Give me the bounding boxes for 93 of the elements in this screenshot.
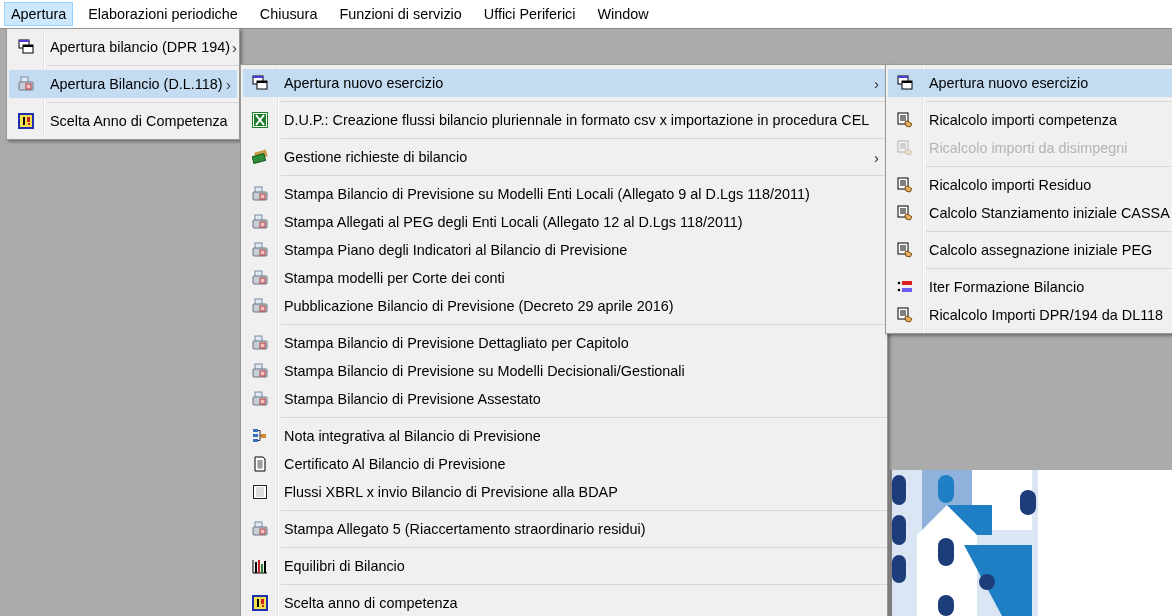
calendar-icon [252,595,268,611]
menu-item-label: Scelta Anno di Competenza [49,113,229,129]
windows-icon [897,75,913,91]
printer-icon [252,214,268,230]
menu-item[interactable]: Scelta Anno di Competenza [9,107,237,135]
menu-item-label: Apertura nuovo esercizio [283,75,445,91]
menu-item[interactable]: Apertura Bilancio (D.L.118) › [9,70,237,98]
document-icon [252,456,268,472]
menu-item-label: Flussi XBRL x invio Bilancio di Previsione alla BDAP [283,484,619,500]
table-icon [252,484,268,500]
menu-item[interactable]: Iter Formazione Bilancio [888,273,1172,301]
menu-item[interactable]: Stampa Bilancio di Previsione Assestato [243,385,885,413]
menu-item[interactable]: Stampa modelli per Corte dei conti [243,264,885,292]
menu-item-label: Apertura bilancio (DPR 194) [49,39,230,55]
menu-item[interactable]: Stampa Bilancio di Previsione su Modelli Enti Locali (Allegato 9 al D.Lgs 118/2011) [243,180,885,208]
document-hand-icon [897,112,913,128]
menu-item-label: Nota integrativa al Bilancio di Previsione [283,428,542,444]
menu-item-label: Stampa Piano degli Indicatori al Bilancio di Previsione [283,242,629,258]
menu-item[interactable]: Ricalcolo Importi DPR/194 da DL118 [888,301,1172,329]
menu-item-label: Ricalcolo importi da disimpegni [928,140,1129,156]
menu-bar-item[interactable]: Elaborazioni periodiche [81,2,245,26]
menu-bar-item[interactable]: Chiusura [252,2,325,26]
printer-icon [252,242,268,258]
submenu-arrow: › [873,74,880,92]
menu-item[interactable]: Apertura nuovo esercizio › [243,69,885,97]
menu-item[interactable]: Ricalcolo importi Residuo [888,171,1172,199]
submenu-arrow: › [873,148,880,166]
numbered-list-icon [897,279,913,295]
menu-item[interactable]: Apertura nuovo esercizio [888,69,1172,97]
menu-item-label: Iter Formazione Bilancio [928,279,1086,295]
menu-item-label: Scelta anno di competenza [283,595,459,611]
menu-item[interactable]: Nota integrativa al Bilancio di Previsione [243,422,885,450]
menu-item-label: Stampa Allegati al PEG degli Enti Locali (Allegato 12 al D.Lgs 118/2011) [283,214,744,230]
menu-item-label: Equilibri di Bilancio [283,558,406,574]
menu-item-label: Stampa Bilancio di Previsione Assestato [283,391,542,407]
menu-item-label: Calcolo assegnazione iniziale PEG [928,242,1154,258]
document-hand-icon [897,242,913,258]
menu-item-label: Stampa Bilancio di Previsione Dettagliato per Capitolo [283,335,630,351]
printer-icon [252,391,268,407]
menu-item[interactable]: Calcolo assegnazione iniziale PEG [888,236,1172,264]
menu-item-label: Ricalcolo importi competenza [928,112,1118,128]
printer-icon [252,270,268,286]
bar-chart-icon [252,558,268,574]
menu-bar-item[interactable]: Uffici Periferici [476,2,583,26]
printer-icon [18,76,34,92]
printer-icon [252,335,268,351]
calendar-icon [18,113,34,129]
menu-item-label: Certificato Al Bilancio di Previsione [283,456,507,472]
document-hand-icon [897,177,913,193]
menu-item-label: Ricalcolo importi Residuo [928,177,1093,193]
menu-item[interactable]: Certificato Al Bilancio di Previsione [243,450,885,478]
menu-item-label: Apertura nuovo esercizio [928,75,1090,91]
spreadsheet-icon [252,112,268,128]
menu-item[interactable]: Gestione richieste di bilancio › [243,143,885,171]
menu-item-label: Stampa modelli per Corte dei conti [283,270,506,286]
menu-item[interactable]: Stampa Piano degli Indicatori al Bilancio di Previsione [243,236,885,264]
menu-item[interactable]: Stampa Bilancio di Previsione Dettagliato per Capitolo [243,329,885,357]
menu-item[interactable]: Calcolo Stanziamento iniziale CASSA [888,199,1172,227]
submenu-arrow: › [225,75,232,93]
document-hand-icon [897,307,913,323]
menu-item-label: Stampa Allegato 5 (Riaccertamento straordinario residui) [283,521,647,537]
menu-bar-item[interactable]: Apertura [4,2,74,26]
document-hand-icon [897,205,913,221]
menu-item[interactable]: Stampa Allegati al PEG degli Enti Locali (Allegato 12 al D.Lgs 118/2011) [243,208,885,236]
menu-item-label: D.U.P.: Creazione flussi bilancio pluriennale in formato csv x importazione in procedura CEL [283,112,871,128]
menu-item[interactable]: Equilibri di Bilancio [243,552,885,580]
menu-item-label: Stampa Bilancio di Previsione su Modelli Decisionali/Gestionali [283,363,686,379]
menu-item[interactable]: Scelta anno di competenza [243,589,885,616]
printer-icon [252,186,268,202]
menu-item-label: Gestione richieste di bilancio [283,149,469,165]
menu-bar-item[interactable]: Funzioni di servizio [332,2,469,26]
hierarchy-icon [252,428,268,444]
menu-item-label: Calcolo Stanziamento iniziale CASSA [928,205,1171,221]
menu-item[interactable]: Ricalcolo importi competenza [888,106,1172,134]
menu-item-label: Pubblicazione Bilancio di Previsione (Decreto 29 aprile 2016) [283,298,675,314]
printer-icon [252,298,268,314]
menu-item[interactable]: Stampa Bilancio di Previsione su Modelli Decisionali/Gestionali [243,357,885,385]
menu-item[interactable]: Apertura bilancio (DPR 194)› [9,33,237,61]
menu-item[interactable]: Stampa Allegato 5 (Riaccertamento straordinario residui) [243,515,885,543]
windows-icon [252,75,268,91]
submenu-arrow: › [230,38,238,56]
menu-item-label: Stampa Bilancio di Previsione su Modelli Enti Locali (Allegato 9 al D.Lgs 118/2011) [283,186,811,202]
menu-item-label: Ricalcolo Importi DPR/194 da DL118 [928,307,1165,323]
printer-icon [252,363,268,379]
menu-item-label: Apertura Bilancio (D.L.118) [49,76,224,92]
document-hand-icon [897,140,913,156]
banknotes-icon [252,149,268,165]
printer-icon [252,521,268,537]
windows-icon [18,39,34,55]
menu-item[interactable]: Pubblicazione Bilancio di Previsione (Decreto 29 aprile 2016) [243,292,885,320]
menu-item[interactable]: Flussi XBRL x invio Bilancio di Previsione alla BDAP [243,478,885,506]
menu-bar-item[interactable]: Window [590,2,656,26]
menu-item[interactable]: D.U.P.: Creazione flussi bilancio pluriennale in formato csv x importazione in procedura CEL [243,106,885,134]
